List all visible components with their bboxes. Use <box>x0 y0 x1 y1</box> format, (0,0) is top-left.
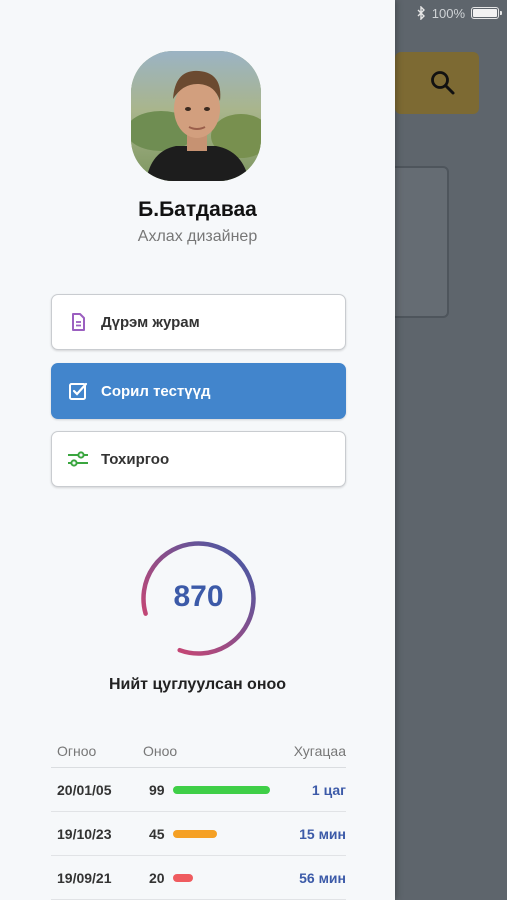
table-row[interactable]: 19/09/21 20 56 мин <box>51 856 346 900</box>
menu-item-tests[interactable]: Сорил тестүүд <box>51 363 346 419</box>
search-icon <box>431 71 455 95</box>
profile-role: Ахлах дизайнер <box>137 228 258 245</box>
row-score: 99 <box>149 781 165 798</box>
score-bar <box>173 829 218 838</box>
profile-name: Б.Батдаваа <box>138 198 257 221</box>
table-header: Огноо Оноо Хугацаа <box>51 734 346 768</box>
row-score: 20 <box>149 869 165 886</box>
header-time: Хугацаа <box>293 742 346 759</box>
sliders-icon <box>67 448 89 470</box>
row-date: 20/01/05 <box>57 781 112 798</box>
avatar[interactable] <box>131 51 261 181</box>
status-bar: 100% <box>417 4 502 22</box>
menu-item-label: Тохиргоо <box>101 450 170 468</box>
checkbox-icon <box>67 380 89 402</box>
battery-icon <box>471 7 502 19</box>
row-time: 15 мин <box>299 825 346 842</box>
bluetooth-icon <box>417 6 425 20</box>
row-date: 19/09/21 <box>57 869 112 886</box>
menu-item-settings[interactable]: Тохиргоо <box>51 431 346 487</box>
battery-percent: 100% <box>431 5 465 21</box>
row-time: 1 цаг <box>311 781 346 798</box>
score-bar <box>173 785 271 794</box>
score-label: Нийт цуглуулсан оноо <box>108 676 287 693</box>
header-score: Оноо <box>143 742 178 759</box>
header-date: Огноо <box>57 742 97 759</box>
table-row[interactable]: 20/01/05 99 1 цаг <box>51 768 346 812</box>
menu-item-rules[interactable]: Дүрэм журам <box>51 294 346 350</box>
results-table: Огноо Оноо Хугацаа 20/01/05 99 1 цаг 19/… <box>51 734 346 900</box>
navigation-drawer: Б.Батдаваа Ахлах дизайнер Дүрэм журам Со… <box>0 0 395 900</box>
row-time: 56 мин <box>299 869 346 886</box>
score-value: 870 <box>173 580 224 613</box>
avatar-image <box>131 51 261 181</box>
background-card <box>395 166 449 318</box>
row-score: 45 <box>149 825 165 842</box>
menu-item-label: Сорил тестүүд <box>101 382 211 400</box>
score-bar <box>173 873 193 882</box>
table-row[interactable]: 19/10/23 45 15 мин <box>51 812 346 856</box>
menu-item-label: Дүрэм журам <box>101 313 200 331</box>
document-icon <box>67 311 89 333</box>
row-date: 19/10/23 <box>57 825 112 842</box>
